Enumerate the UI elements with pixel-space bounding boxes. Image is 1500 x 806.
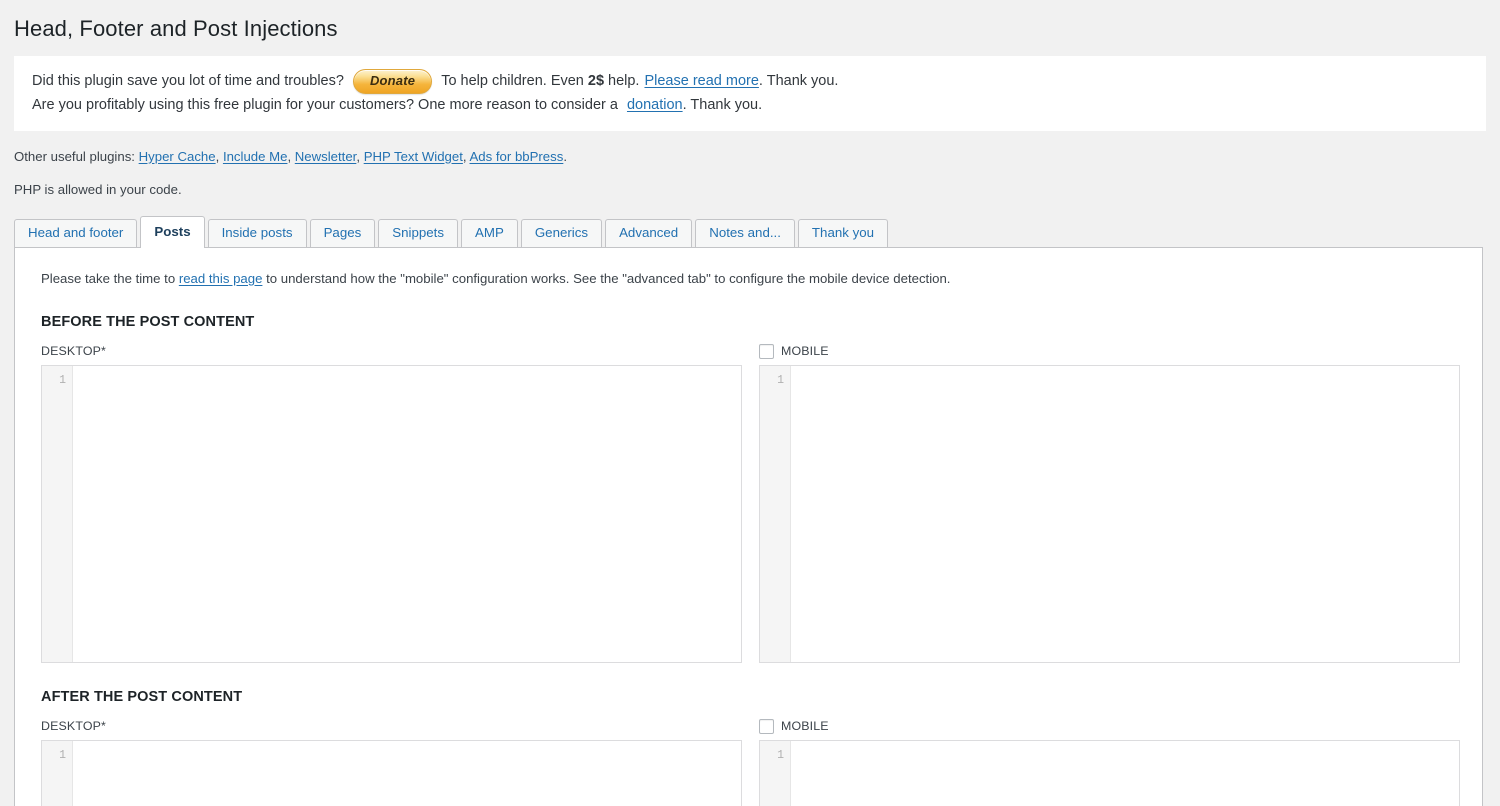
tab-thank-you[interactable]: Thank you xyxy=(798,219,888,247)
before-desktop-field: DESKTOP* 1 xyxy=(41,344,742,663)
plugin-link-php-text-widget[interactable]: PHP Text Widget xyxy=(364,149,463,164)
after-mobile-label-row: MOBILE xyxy=(759,719,1460,734)
profitable-use-text: Are you profitably using this free plugi… xyxy=(32,97,618,113)
donate-thank-you-2: . Thank you. xyxy=(683,97,763,113)
section-title-before-post-content: BEFORE THE POST CONTENT xyxy=(41,312,1460,332)
before-mobile-label-row: MOBILE xyxy=(759,344,1460,359)
tab-notes-and[interactable]: Notes and... xyxy=(695,219,795,247)
section-title-after-post-content: AFTER THE POST CONTENT xyxy=(41,687,1460,707)
before-post-content-editors: DESKTOP* 1 MOBILE 1 xyxy=(41,344,1460,663)
tab-amp[interactable]: AMP xyxy=(461,219,518,247)
after-mobile-gutter: 1 xyxy=(760,741,791,806)
after-mobile-label: MOBILE xyxy=(781,719,829,734)
after-desktop-gutter: 1 xyxy=(42,741,73,806)
tab-posts[interactable]: Posts xyxy=(140,216,204,248)
donate-help-text: To help children. Even xyxy=(441,70,584,93)
before-mobile-field: MOBILE 1 xyxy=(759,344,1460,663)
donate-amount: 2$ xyxy=(588,70,604,93)
after-mobile-code-editor[interactable]: 1 xyxy=(759,740,1460,806)
read-this-page-link[interactable]: read this page xyxy=(179,271,263,286)
after-desktop-label-row: DESKTOP* xyxy=(41,719,742,734)
donate-notice-line-2: Are you profitably using this free plugi… xyxy=(32,94,1468,117)
plugin-link-newsletter[interactable]: Newsletter xyxy=(295,149,357,164)
before-desktop-code-editor[interactable]: 1 xyxy=(41,365,742,663)
before-desktop-code-input[interactable] xyxy=(73,366,741,662)
plugin-link-separator: , xyxy=(287,149,294,164)
plugin-link-hyper-cache[interactable]: Hyper Cache xyxy=(139,149,216,164)
before-desktop-gutter: 1 xyxy=(42,366,73,662)
please-read-more-link[interactable]: Please read more xyxy=(644,70,758,93)
other-plugins-label: Other useful plugins: xyxy=(14,149,135,164)
mobile-config-intro: Please take the time to read this page t… xyxy=(41,266,1460,288)
intro-suffix-text: to understand how the "mobile" configura… xyxy=(266,271,950,286)
intro-prefix-text: Please take the time to xyxy=(41,271,175,286)
after-desktop-code-input[interactable] xyxy=(73,741,741,806)
before-mobile-label: MOBILE xyxy=(781,344,829,359)
plugin-settings-page: Head, Footer and Post Injections Did thi… xyxy=(0,0,1500,806)
before-mobile-checkbox[interactable] xyxy=(759,344,774,359)
tab-snippets[interactable]: Snippets xyxy=(378,219,458,247)
before-mobile-code-editor[interactable]: 1 xyxy=(759,365,1460,663)
before-desktop-label-row: DESKTOP* xyxy=(41,344,742,359)
after-mobile-code-input[interactable] xyxy=(791,741,1459,806)
donate-thank-you-1: . Thank you. xyxy=(759,70,839,93)
after-post-content-editors: DESKTOP* 1 MOBILE 1 xyxy=(41,719,1460,806)
plugin-link-separator: , xyxy=(463,149,470,164)
after-desktop-field: DESKTOP* 1 xyxy=(41,719,742,806)
tab-inside-posts[interactable]: Inside posts xyxy=(208,219,307,247)
php-allowed-note: PHP is allowed in your code. xyxy=(0,166,1500,199)
donate-button[interactable]: Donate xyxy=(353,69,432,94)
plugin-link-separator: , xyxy=(356,149,363,164)
before-mobile-code-input[interactable] xyxy=(791,366,1459,662)
donate-notice-box: Did this plugin save you lot of time and… xyxy=(14,56,1486,131)
other-plugins-line: Other useful plugins: Hyper Cache, Inclu… xyxy=(0,131,1500,166)
after-mobile-field: MOBILE 1 xyxy=(759,719,1460,806)
after-desktop-code-editor[interactable]: 1 xyxy=(41,740,742,806)
plugin-link-ads-for-bbpress[interactable]: Ads for bbPress xyxy=(470,149,564,164)
page-title: Head, Footer and Post Injections xyxy=(0,0,1500,56)
donate-question-text: Did this plugin save you lot of time and… xyxy=(32,70,344,93)
posts-tab-panel: Please take the time to read this page t… xyxy=(14,247,1483,806)
settings-tab-bar: Head and footer Posts Inside posts Pages… xyxy=(14,217,1500,247)
plugin-link-separator: , xyxy=(216,149,223,164)
after-desktop-label: DESKTOP* xyxy=(41,719,106,734)
plugin-link-separator: . xyxy=(563,149,567,164)
tab-advanced[interactable]: Advanced xyxy=(605,219,692,247)
after-mobile-checkbox[interactable] xyxy=(759,719,774,734)
donate-help-suffix: help. xyxy=(608,70,639,93)
donation-link[interactable]: donation xyxy=(627,97,683,113)
before-desktop-label: DESKTOP* xyxy=(41,344,106,359)
tab-pages[interactable]: Pages xyxy=(310,219,376,247)
before-mobile-gutter: 1 xyxy=(760,366,791,662)
tab-generics[interactable]: Generics xyxy=(521,219,602,247)
tab-head-and-footer[interactable]: Head and footer xyxy=(14,219,137,247)
donate-notice-line-1: Did this plugin save you lot of time and… xyxy=(32,69,1468,94)
plugin-link-include-me[interactable]: Include Me xyxy=(223,149,288,164)
other-plugins-links: Hyper Cache, Include Me, Newsletter, PHP… xyxy=(139,149,567,164)
